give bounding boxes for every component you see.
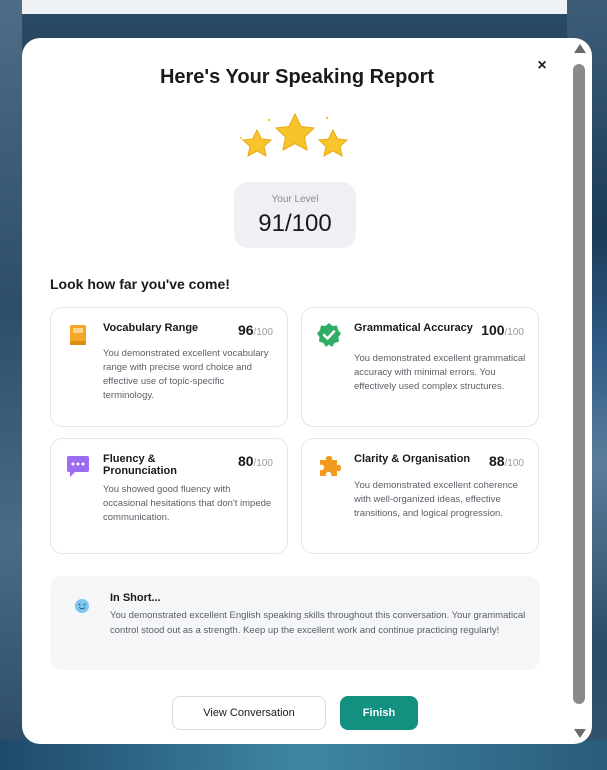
card-score: 88/100 — [488, 453, 524, 469]
card-description: You demonstrated excellent coherence wit… — [354, 480, 518, 519]
scroll-up-arrow-icon[interactable] — [574, 44, 586, 53]
level-value: 91/100 — [258, 210, 332, 237]
level-box: Your Level 91/100 — [234, 182, 356, 248]
card-description: You demonstrated excellent grammatical a… — [354, 353, 526, 392]
card-fluency-pronunciation: Fluency & Pronunciation 80/100 You showe… — [50, 438, 288, 554]
modal-title: Here's Your Speaking Report — [159, 66, 435, 88]
scroll-down-arrow-icon[interactable] — [574, 729, 586, 738]
chat-bubble-icon — [67, 456, 89, 477]
card-score: 100/100 — [481, 322, 524, 338]
summary-box: In Short... You demonstrated excellent E… — [50, 576, 540, 670]
star-icon — [317, 128, 349, 157]
puzzle-icon — [320, 456, 341, 476]
background-bottom — [0, 740, 607, 770]
check-badge-icon — [317, 323, 341, 347]
finish-button[interactable]: Finish — [340, 696, 418, 730]
background-left — [0, 0, 22, 770]
view-conversation-button[interactable]: View Conversation — [172, 696, 326, 730]
smiley-icon — [75, 599, 89, 613]
card-title: Clarity & Organisation — [354, 453, 471, 465]
summary-title: In Short... — [110, 592, 161, 604]
book-icon — [70, 325, 86, 345]
card-grammatical-accuracy: Grammatical Accuracy 100/100 You demonst… — [301, 307, 539, 427]
rating-stars — [240, 112, 349, 157]
card-score: 80/100 — [237, 453, 273, 469]
section-heading: Look how far you've come! — [50, 276, 230, 292]
summary-text: You demonstrated excellent English speak… — [110, 610, 526, 636]
star-icon — [274, 112, 316, 151]
scrollbar-thumb[interactable] — [573, 64, 585, 704]
card-title: Vocabulary Range — [103, 322, 199, 334]
card-title: Fluency & Pronunciation — [103, 453, 177, 477]
scrollbar[interactable] — [572, 42, 586, 740]
card-description: You demonstrated excellent vocabulary ra… — [103, 348, 269, 401]
window-top-bar — [0, 0, 607, 14]
card-score: 96/100 — [237, 322, 273, 338]
star-icon — [241, 128, 273, 157]
speaking-report-modal: × Here's Your Speaking Report Your Level… — [22, 38, 592, 744]
level-label: Your Level — [271, 194, 319, 205]
card-vocabulary-range: Vocabulary Range 96/100 You demonstrated… — [50, 307, 288, 427]
card-title: Grammatical Accuracy — [354, 322, 473, 334]
card-clarity-organisation: Clarity & Organisation 88/100 You demons… — [301, 438, 539, 554]
card-description: You showed good fluency with occasional … — [103, 484, 272, 523]
